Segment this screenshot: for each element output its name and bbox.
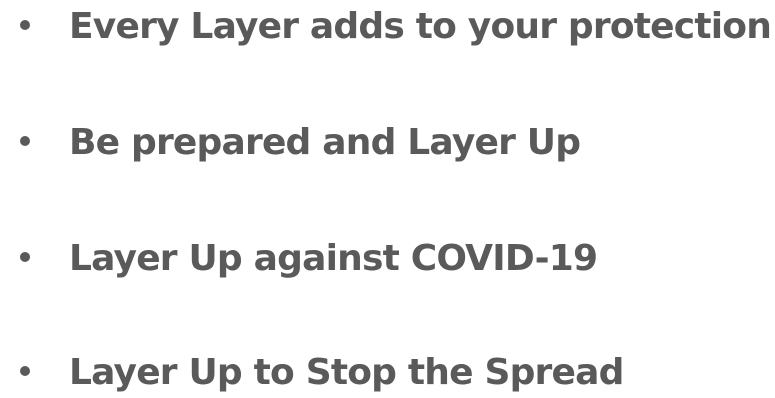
bullet-item: Every Layer adds to your protection xyxy=(0,2,775,52)
bullet-text: Layer Up against COVID-19 xyxy=(69,238,598,279)
bullet-text: Be prepared and Layer Up xyxy=(69,122,581,163)
bullet-dot-icon xyxy=(20,366,30,376)
bullet-item: Be prepared and Layer Up xyxy=(0,118,775,168)
bullet-item: Layer Up against COVID-19 xyxy=(0,234,775,284)
bullet-dot-icon xyxy=(20,20,30,30)
bullet-dot-icon xyxy=(20,252,30,262)
bullet-dot-icon xyxy=(20,136,30,146)
bullet-item: Layer Up to Stop the Spread xyxy=(0,348,775,398)
bullet-text: Every Layer adds to your protection xyxy=(69,6,772,47)
slide: Every Layer adds to your protection Be p… xyxy=(0,0,775,397)
bullet-text: Layer Up to Stop the Spread xyxy=(69,352,624,393)
